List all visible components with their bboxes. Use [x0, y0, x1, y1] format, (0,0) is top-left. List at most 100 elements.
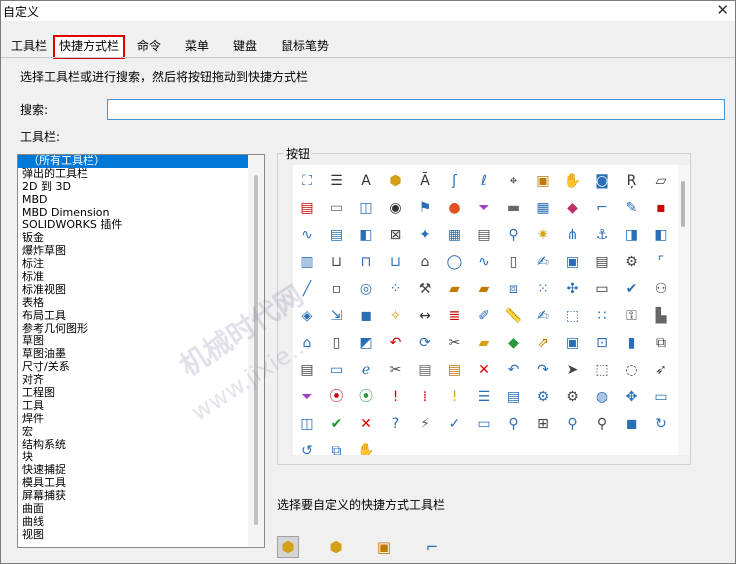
folder-arrow-icon[interactable]: ⇗: [533, 333, 553, 353]
toolbar-list-item[interactable]: 尺寸/关系: [18, 361, 248, 374]
export-icon[interactable]: ⇲: [327, 306, 347, 326]
buttons-scrollbar-thumb[interactable]: [681, 181, 685, 227]
hatch-icon[interactable]: ▤: [297, 198, 317, 218]
search-input[interactable]: [107, 99, 725, 120]
toolbar-list-item[interactable]: 工程图: [18, 387, 248, 400]
toolbar-list-item[interactable]: 对齐: [18, 374, 248, 387]
monitor-icon[interactable]: ▭: [592, 279, 612, 299]
sketch-shortcut-button[interactable]: ⌐: [421, 536, 443, 558]
toolbar-list-item[interactable]: 块: [18, 451, 248, 464]
scissors-icon[interactable]: ✂: [386, 360, 406, 380]
sketch-entity-icon[interactable]: ⛶: [297, 171, 317, 191]
check-part-icon[interactable]: ✓: [445, 414, 465, 434]
cut-icon[interactable]: ⊔: [327, 252, 347, 272]
scrollbar-thumb[interactable]: [254, 175, 258, 525]
tile-v-icon[interactable]: ◫: [297, 414, 317, 434]
zoom-fit-icon[interactable]: ⊞: [533, 414, 553, 434]
rebuild-icon[interactable]: ⁞: [415, 387, 435, 407]
ie-icon[interactable]: ℯ: [356, 360, 376, 380]
font-icon[interactable]: A: [356, 171, 376, 191]
toolbar-list-item[interactable]: 曲线: [18, 516, 248, 529]
home-icon[interactable]: ⌂: [297, 333, 317, 353]
toolbar-list-item[interactable]: MBD: [18, 194, 248, 207]
traffic-icon[interactable]: ⦿: [327, 387, 347, 407]
gear-list-icon[interactable]: ⚙: [533, 387, 553, 407]
zoom-icon[interactable]: ⚲: [504, 225, 524, 245]
anchor-icon[interactable]: ⚓: [592, 225, 612, 245]
toolbar-list-item[interactable]: （所有工具栏）: [18, 155, 248, 168]
toolbar-list-item[interactable]: 宏: [18, 426, 248, 439]
help-icon[interactable]: ?: [386, 414, 406, 434]
tab-menus[interactable]: 菜单: [183, 37, 211, 54]
line-icon[interactable]: ╱: [297, 279, 317, 299]
blank-sheet-icon[interactable]: ▯: [504, 252, 524, 272]
hand-icon[interactable]: ✋: [356, 441, 376, 455]
settings-icon[interactable]: ⚙: [622, 252, 642, 272]
nodes-icon[interactable]: ⁘: [386, 279, 406, 299]
zoom-part-icon[interactable]: ⚲: [504, 414, 524, 434]
filter2-icon[interactable]: ⏷: [297, 387, 317, 407]
flashlight-icon[interactable]: ⚡: [415, 414, 435, 434]
pin-icon[interactable]: ✦: [415, 225, 435, 245]
toolbar-list-item[interactable]: 屏幕捕获: [18, 490, 248, 503]
component-icon[interactable]: ◩: [356, 333, 376, 353]
rotate-icon[interactable]: ↻: [651, 414, 671, 434]
dimension-icon[interactable]: Ŗ: [622, 171, 642, 191]
hand-part-icon[interactable]: ✋: [563, 171, 583, 191]
wave-icon[interactable]: ∿: [297, 225, 317, 245]
mirror-icon[interactable]: ⧈: [504, 279, 524, 299]
delete-icon[interactable]: ✕: [474, 360, 494, 380]
rotate2-icon[interactable]: ↺: [297, 441, 317, 455]
dots-icon[interactable]: ∷: [592, 306, 612, 326]
cancel-icon[interactable]: ✕: [356, 414, 376, 434]
tab-commands[interactable]: 命令: [135, 37, 163, 54]
magnet-icon[interactable]: ⚇: [651, 279, 671, 299]
cube-icon[interactable]: ◼: [622, 414, 642, 434]
tab-toolbars[interactable]: 工具栏: [9, 37, 49, 54]
spline-icon[interactable]: ʃ: [445, 171, 465, 191]
toolbar-list-item[interactable]: 焊件: [18, 413, 248, 426]
undo-icon[interactable]: ↶: [504, 360, 524, 380]
extrude-icon[interactable]: ⊓: [356, 252, 376, 272]
buttons-scrollbar[interactable]: [678, 165, 690, 455]
list-icon[interactable]: ▤: [474, 225, 494, 245]
paste-icon[interactable]: ▤: [415, 360, 435, 380]
filter-icon[interactable]: ⏷: [474, 198, 494, 218]
parallelogram-icon[interactable]: ▱: [651, 171, 671, 191]
toolbar-list-item[interactable]: 参考几何图形: [18, 323, 248, 336]
toolbar-list-item[interactable]: 模具工具: [18, 477, 248, 490]
tab-keyboard[interactable]: 键盘: [231, 37, 259, 54]
camera-part-icon[interactable]: ◎: [356, 279, 376, 299]
save-doc-icon[interactable]: ▤: [327, 225, 347, 245]
toolbar-list-item[interactable]: 草图油墨: [18, 348, 248, 361]
toolbar-list-item[interactable]: SOLIDWORKS 插件: [18, 219, 248, 232]
window-save-icon[interactable]: ▣: [563, 333, 583, 353]
drawing-icon[interactable]: ◫: [356, 198, 376, 218]
point-box-icon[interactable]: ▫: [327, 279, 347, 299]
undo-doc-icon[interactable]: ↶: [386, 333, 406, 353]
copy-doc-icon[interactable]: ⧉: [651, 333, 671, 353]
traffic2-icon[interactable]: ⦿: [356, 387, 376, 407]
3d-box-icon[interactable]: ⬢: [386, 171, 406, 191]
cross-tool-icon[interactable]: ✣: [563, 279, 583, 299]
toolbar-list-item[interactable]: 标准: [18, 271, 248, 284]
camera-icon[interactable]: ◙: [592, 171, 612, 191]
toolbar-list-item[interactable]: 视图: [18, 529, 248, 542]
toolbar-list-item[interactable]: 工具: [18, 400, 248, 413]
color-part-icon[interactable]: ◆: [504, 333, 524, 353]
lock-icon[interactable]: ⚿: [622, 306, 642, 326]
close-icon[interactable]: ✕: [716, 1, 729, 19]
options-icon[interactable]: ☰: [474, 387, 494, 407]
folder-add-icon[interactable]: ▰: [474, 279, 494, 299]
section2-icon[interactable]: ◧: [651, 225, 671, 245]
assembly-shortcut-button[interactable]: ⬢: [325, 536, 347, 558]
list-view-icon[interactable]: ▤: [504, 387, 524, 407]
rebuild-red-icon[interactable]: !: [386, 387, 406, 407]
toolbar-list-item[interactable]: 爆炸草图: [18, 245, 248, 258]
window-icon[interactable]: ▬: [504, 198, 524, 218]
screen-icon[interactable]: ▪: [651, 198, 671, 218]
pencil-icon[interactable]: ✎: [622, 198, 642, 218]
redo-icon[interactable]: ↷: [533, 360, 553, 380]
tile-h-icon[interactable]: ▭: [651, 387, 671, 407]
grid-sheet-icon[interactable]: ▥: [297, 252, 317, 272]
